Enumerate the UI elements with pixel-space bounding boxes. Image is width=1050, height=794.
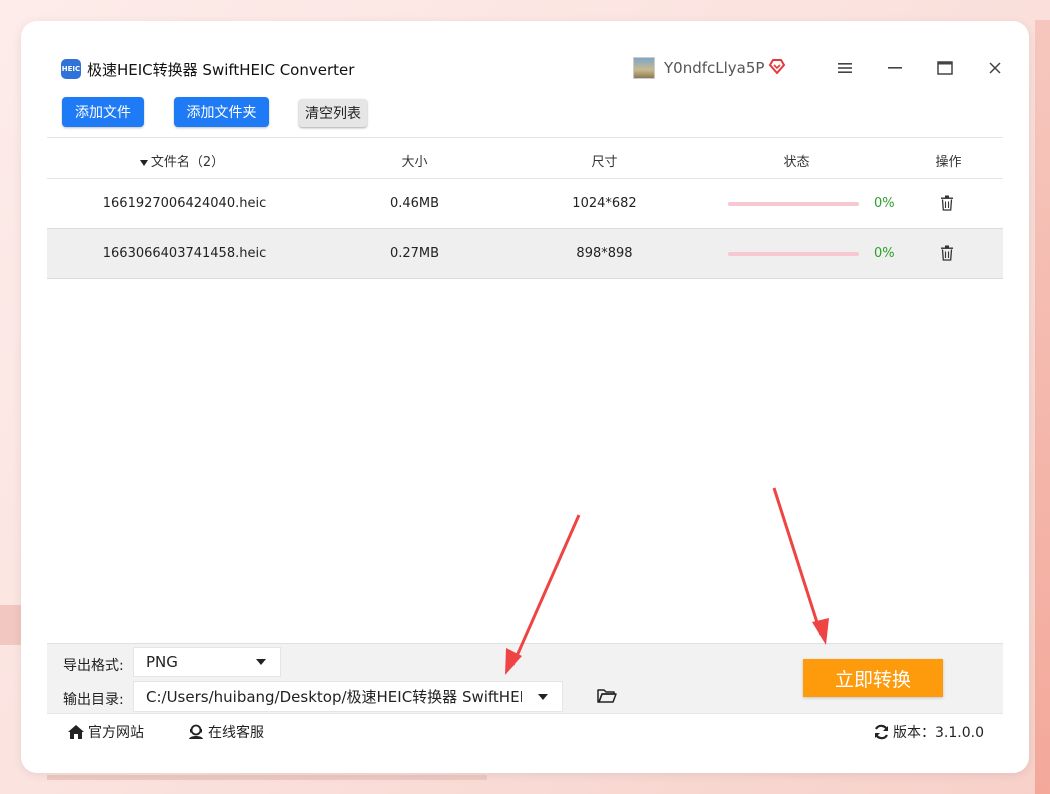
arrow-head [812, 618, 829, 645]
arrow-to-output-dir [511, 514, 581, 666]
annotation-arrows [505, 487, 829, 675]
arrow-to-convert-button [772, 487, 823, 636]
